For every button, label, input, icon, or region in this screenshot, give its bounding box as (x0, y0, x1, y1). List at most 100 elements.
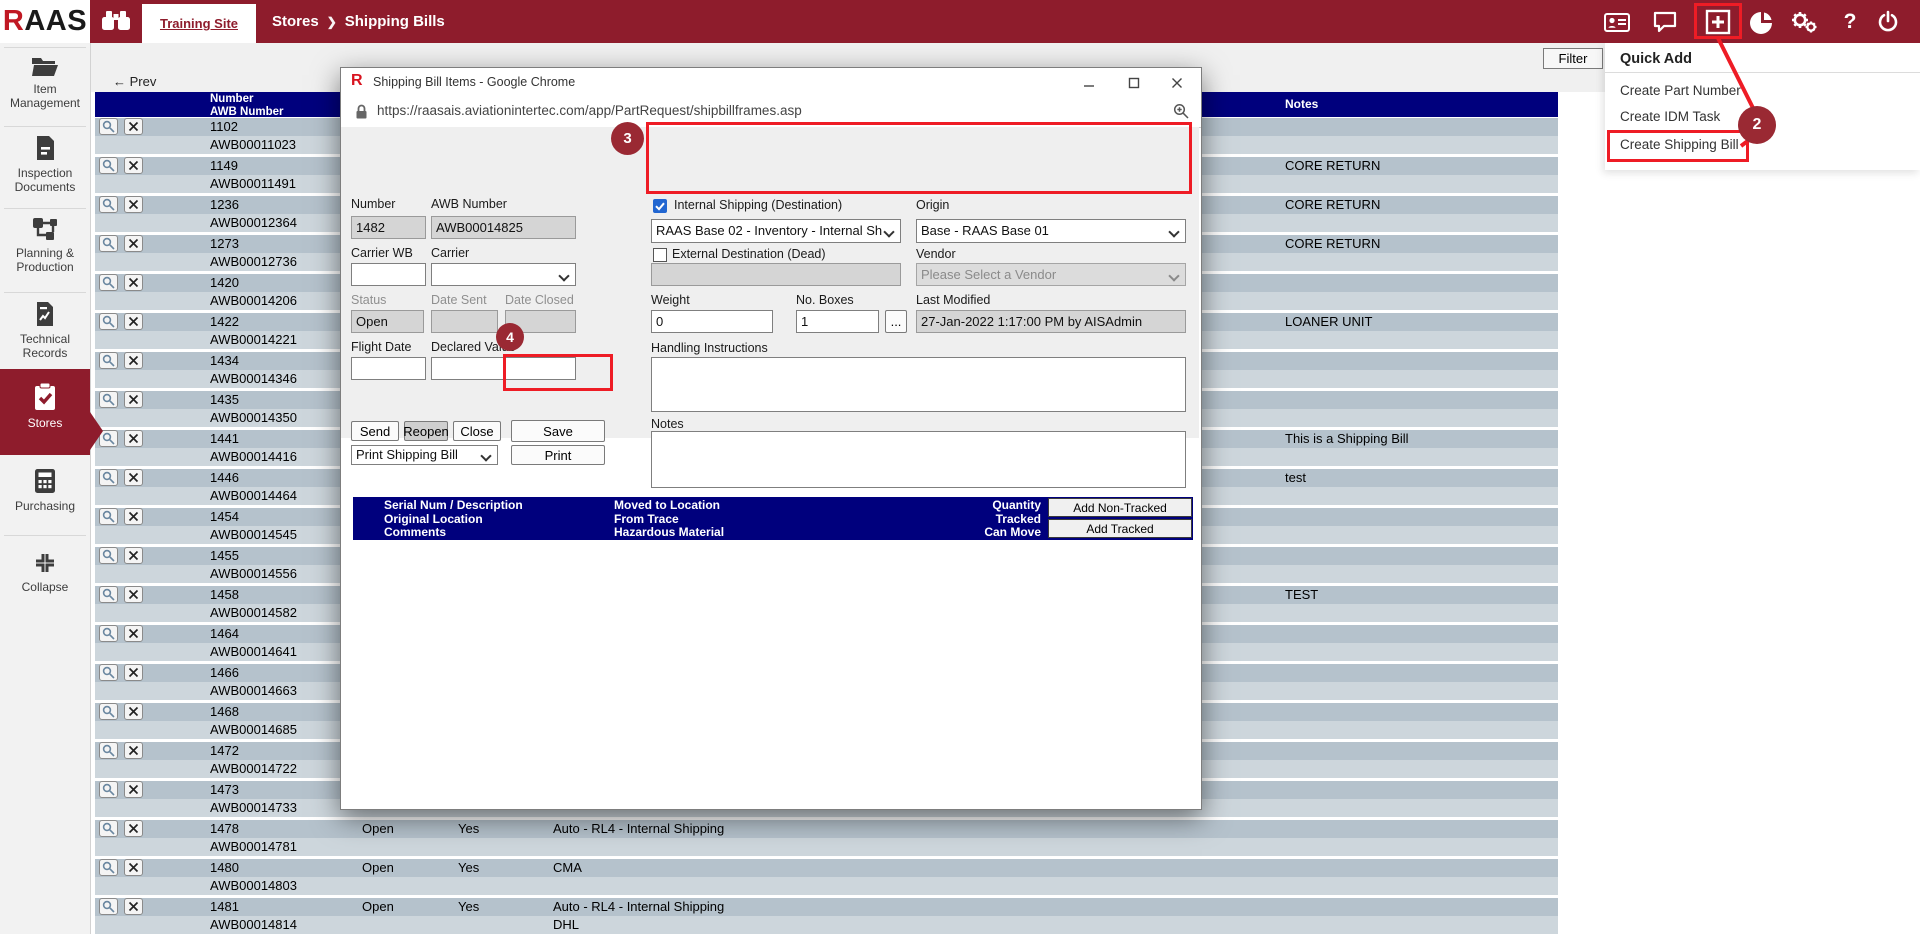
sidebar-item-collapse[interactable]: Collapse (0, 551, 90, 594)
profile-card-icon[interactable] (1603, 8, 1631, 36)
chevron-down-icon (480, 450, 491, 461)
delete-bill-button[interactable] (124, 235, 143, 252)
shipping-bill-row: 1481OpenYesAuto - RL4 - Internal Shippin… (95, 898, 1558, 934)
view-bill-button[interactable] (99, 469, 118, 486)
maximize-button[interactable] (1124, 75, 1144, 91)
view-bill-button[interactable] (99, 235, 118, 252)
binoculars-search-icon[interactable] (101, 10, 131, 37)
close-button[interactable]: Close (453, 421, 501, 441)
bill-destination: CMA (553, 859, 582, 877)
delete-bill-button[interactable] (124, 157, 143, 174)
bill-awb-number: AWB00014814 (210, 916, 297, 934)
handling-instructions-textarea[interactable] (651, 357, 1186, 412)
delete-bill-button[interactable] (124, 742, 143, 759)
view-bill-button[interactable] (99, 313, 118, 330)
view-bill-button[interactable] (99, 391, 118, 408)
sidebar-item-item-management[interactable]: Item Management (0, 55, 90, 110)
menu-item-create-shipping-bill[interactable]: Create Shipping Bill (1620, 137, 1739, 152)
view-bill-button[interactable] (99, 352, 118, 369)
view-bill-button[interactable] (99, 781, 118, 798)
settings-gears-icon[interactable] (1790, 8, 1818, 36)
view-bill-button[interactable] (99, 118, 118, 135)
delete-bill-button[interactable] (124, 703, 143, 720)
add-non-tracked-button[interactable]: Add Non-Tracked (1048, 498, 1192, 517)
menu-item-create-idm-task[interactable]: Create IDM Task (1620, 109, 1720, 124)
delete-bill-button[interactable] (124, 859, 143, 876)
carrier-wb-label: Carrier WB (351, 246, 413, 260)
delete-bill-button[interactable] (124, 586, 143, 603)
reopen-button[interactable]: Reopen (404, 421, 448, 441)
tab-training-site[interactable]: Training Site (142, 4, 256, 43)
print-button[interactable]: Print (511, 445, 605, 465)
vendor-select[interactable]: Please Select a Vendor (916, 263, 1186, 286)
origin-select[interactable]: Base - RAAS Base 01 (916, 219, 1186, 243)
delete-bill-button[interactable] (124, 820, 143, 837)
view-bill-button[interactable] (99, 547, 118, 564)
boxes-more-button[interactable]: ... (885, 310, 907, 333)
zoom-in-icon[interactable] (1173, 103, 1189, 124)
external-destination-checkbox[interactable] (653, 248, 667, 262)
flight-date-input[interactable] (351, 357, 426, 380)
internal-shipping-checkbox[interactable] (653, 199, 667, 213)
add-tracked-button[interactable]: Add Tracked (1048, 519, 1192, 538)
close-window-button[interactable] (1167, 75, 1187, 91)
view-bill-button[interactable] (99, 742, 118, 759)
view-bill-button[interactable] (99, 157, 118, 174)
delete-bill-button[interactable] (124, 313, 143, 330)
print-shipping-bill-select[interactable]: Print Shipping Bill (351, 445, 498, 465)
carrier-wb-input[interactable] (351, 263, 426, 286)
send-button[interactable]: Send (351, 421, 399, 441)
delete-bill-button[interactable] (124, 430, 143, 447)
sidebar-item-inspection-documents[interactable]: Inspection Documents (0, 135, 90, 194)
delete-bill-button[interactable] (124, 547, 143, 564)
view-bill-button[interactable] (99, 196, 118, 213)
view-bill-button[interactable] (99, 859, 118, 876)
view-bill-button[interactable] (99, 586, 118, 603)
view-bill-button[interactable] (99, 508, 118, 525)
sidebar-item-stores[interactable]: Stores (0, 369, 90, 455)
help-icon[interactable]: ? (1836, 8, 1864, 36)
sidebar-item-purchasing[interactable]: Purchasing (0, 468, 90, 513)
view-bill-button[interactable] (99, 625, 118, 642)
delete-bill-button[interactable] (124, 391, 143, 408)
sidebar-item-planning-production[interactable]: Planning & Production (0, 217, 90, 274)
delete-bill-button[interactable] (124, 898, 143, 915)
sidebar-item-technical-records[interactable]: Technical Records (0, 301, 90, 360)
view-bill-button[interactable] (99, 664, 118, 681)
url-text: https://raasais.aviationintertec.com/app… (377, 103, 802, 118)
delete-bill-button[interactable] (124, 781, 143, 798)
bill-number: 1464 (210, 625, 239, 643)
delete-bill-button[interactable] (124, 625, 143, 642)
messages-icon[interactable] (1651, 8, 1679, 36)
power-logout-icon[interactable] (1874, 8, 1902, 36)
bill-notes: CORE RETURN (1285, 196, 1380, 214)
shipping-bill-items-window: R Shipping Bill Items - Google Chrome ht… (340, 67, 1202, 810)
delete-bill-button[interactable] (124, 274, 143, 291)
delete-bill-button[interactable] (124, 196, 143, 213)
delete-bill-button[interactable] (124, 664, 143, 681)
menu-item-create-part-number[interactable]: Create Part Number (1620, 83, 1741, 98)
delete-bill-button[interactable] (124, 118, 143, 135)
internal-destination-select[interactable]: RAAS Base 02 - Inventory - Internal Sh (651, 219, 901, 243)
delete-bill-button[interactable] (124, 352, 143, 369)
minimize-button[interactable] (1079, 75, 1099, 91)
view-bill-button[interactable] (99, 703, 118, 720)
carrier-select[interactable] (431, 263, 576, 286)
bill-awb-number: AWB00014582 (210, 604, 297, 622)
breadcrumb-page[interactable]: Shipping Bills (345, 13, 445, 30)
delete-bill-button[interactable] (124, 508, 143, 525)
breadcrumb-section[interactable]: Stores (272, 13, 319, 30)
weight-input[interactable]: 0 (651, 310, 773, 333)
notes-textarea[interactable] (651, 431, 1186, 488)
delete-bill-button[interactable] (124, 469, 143, 486)
declared-value-input[interactable] (431, 357, 576, 380)
view-bill-button[interactable] (99, 820, 118, 837)
view-bill-button[interactable] (99, 898, 118, 915)
no-boxes-input[interactable]: 1 (796, 310, 879, 333)
notes-label: Notes (651, 417, 684, 431)
quick-add-icon[interactable] (1704, 8, 1732, 36)
bill-number: 1422 (210, 313, 239, 331)
pie-chart-icon[interactable] (1748, 8, 1776, 36)
save-button[interactable]: Save (511, 420, 605, 442)
view-bill-button[interactable] (99, 274, 118, 291)
